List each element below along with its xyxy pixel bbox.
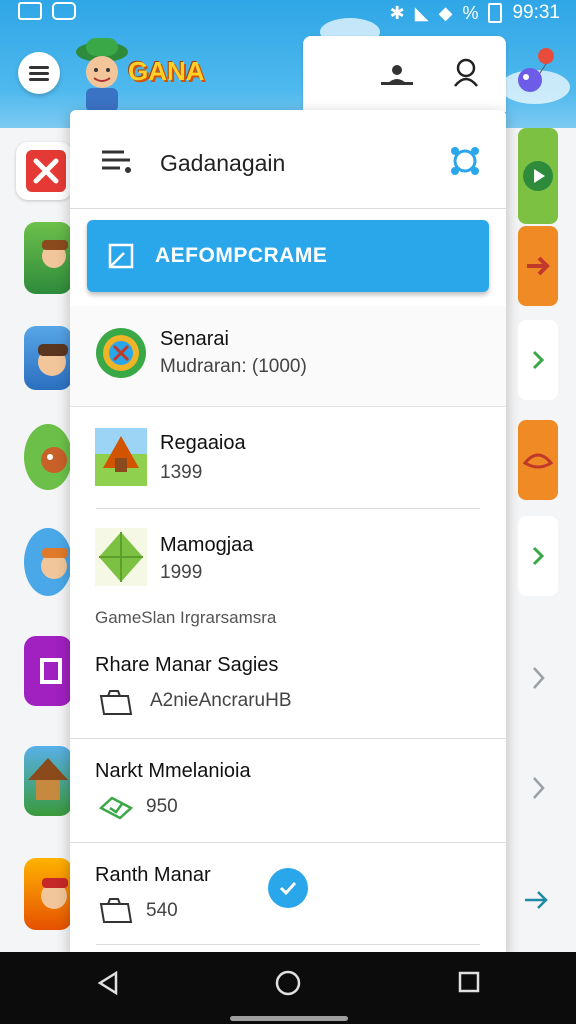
game-icon[interactable] [24,746,72,816]
hut-icon [28,758,68,800]
check-icon [279,881,297,896]
detail-item[interactable]: Rhare Manar Sagies A2nieAncraruHB [70,646,506,736]
divider [70,208,506,209]
primary-action-label: AEFOMPCRAME [155,244,328,267]
game-icon[interactable] [24,858,72,930]
cash-icon [98,796,134,820]
account-subtitle: Mudraran: (1000) [160,356,307,377]
chevron-right-icon [532,546,545,566]
divider [96,944,480,945]
briefcase-icon [99,898,133,923]
compass-badge-icon [96,328,146,378]
close-tile[interactable] [16,142,72,200]
status-time: 99:31 [512,2,560,23]
battery-percent: % [462,2,479,23]
character-icon [41,878,68,909]
recents-icon[interactable] [458,971,480,993]
detail-item-value: 540 [146,900,178,921]
status-bar: ✱ ◣ ◆ % 99:31 [0,0,576,26]
game-icon[interactable] [24,326,72,390]
filter-icon[interactable] [100,146,134,178]
notification-icon [18,2,42,20]
section-label: GameSlan Irgrarsamsra [95,608,277,627]
notification-icon [52,2,76,20]
character-icon [41,548,68,579]
game-logo-icon [40,658,62,684]
character-icon [41,447,67,473]
navigation-drawer: Gadanagain AEFOMPCRAME Senarai Mudraran:… [70,110,506,956]
character-icon [38,344,68,376]
profile-icon[interactable] [453,58,479,88]
detail-item-title: Ranth Manar [95,864,211,886]
divider [70,738,506,739]
row-chevron-tile[interactable] [518,320,558,400]
play-tile[interactable] [518,128,558,224]
drawer-item-value: 1999 [160,562,203,583]
detail-item-title: Rhare Manar Sagies [95,654,279,676]
drawer-item-title: Mamogjaa [160,534,254,556]
chevron-right-icon[interactable] [528,774,548,802]
drawer-title: Gadanagain [160,150,286,176]
action-tile[interactable] [518,420,558,500]
account-row[interactable]: Senarai Mudraran: (1000) [70,306,506,407]
drawer-item-value: 1399 [160,462,203,483]
back-icon[interactable] [96,970,120,996]
drawer-item[interactable]: Regaaioa 1399 [70,410,506,508]
home-icon[interactable] [275,970,301,996]
arrow-right-icon [527,256,550,276]
top-actions-card [303,36,506,112]
game-icon[interactable] [24,222,72,294]
character-icon [42,240,68,268]
detail-item[interactable]: Narkt Mmelanioia 950 [70,750,506,840]
share-tile[interactable] [518,226,558,306]
primary-action-button[interactable]: AEFOMPCRAME [87,220,489,292]
divider [96,508,480,509]
gesture-handle[interactable] [230,1016,348,1021]
game-icon[interactable] [24,424,72,490]
close-icon [26,150,66,192]
chevron-right-icon[interactable] [528,664,548,692]
bluetooth-icon: ✱ [389,2,405,23]
row-chevron-tile[interactable] [518,516,558,596]
mascot-icon [76,38,128,112]
detail-item-value: 950 [146,796,178,817]
group-icon[interactable] [381,62,413,88]
gem-icon [95,528,147,586]
app-logo: GANA [72,34,222,114]
arrow-right-icon[interactable] [522,886,550,914]
game-icon[interactable] [24,636,72,706]
battery-icon [488,3,503,23]
play-icon [523,161,553,191]
logo-text: GANA [128,56,205,86]
chevron-right-icon [532,350,545,370]
menu-icon [29,66,49,81]
game-icon[interactable] [24,528,72,596]
detail-item-value: A2nieAncraruHB [150,690,292,711]
detail-item-title: Narkt Mmelanioia [95,760,251,782]
drawer-item[interactable]: Mamogjaa 1999 [70,514,506,604]
signal-icon: ◣ [414,2,429,23]
drawer-item-title: Regaaioa [160,432,246,454]
bookmark-icon [108,243,134,269]
divider [70,842,506,843]
system-navigation-bar [0,952,576,1024]
network-icon[interactable] [448,144,482,178]
tent-icon [95,428,147,486]
wifi-icon: ◆ [438,2,453,23]
drawer-header: Gadanagain [70,110,506,210]
account-title: Senarai [160,328,229,350]
confirm-check-button[interactable] [268,868,308,908]
briefcase-icon [99,690,133,715]
balloon-character-icon [518,48,554,92]
controller-icon [522,453,554,469]
hamburger-menu-button[interactable] [18,52,60,94]
